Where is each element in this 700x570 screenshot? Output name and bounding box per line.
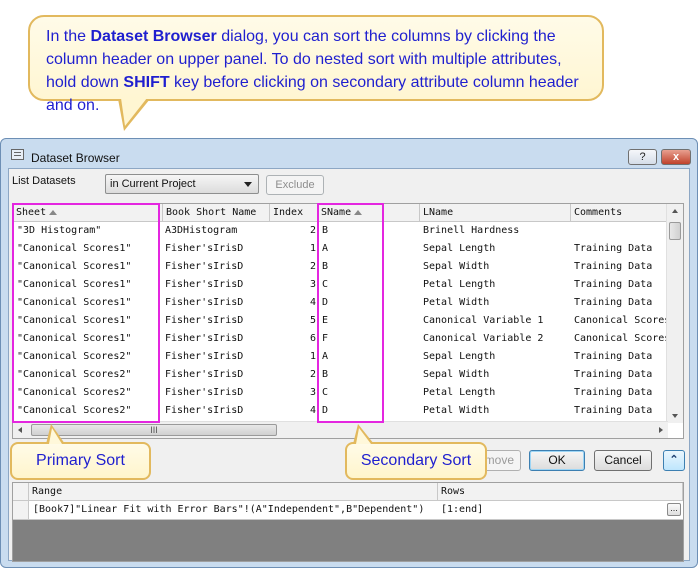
table-cell[interactable]: [574, 222, 668, 240]
table-cell[interactable]: Fisher'sIrisD: [165, 384, 268, 402]
ok-button[interactable]: OK: [529, 450, 585, 471]
table-cell[interactable]: 1: [272, 348, 316, 366]
primary-sort-callout: Primary Sort: [10, 442, 151, 480]
table-cell[interactable]: Canonical Variable 2: [423, 330, 569, 348]
callout-text-1: In the: [46, 28, 91, 45]
table-cell[interactable]: Canonical Variable 1: [423, 312, 569, 330]
exclude-button[interactable]: Exclude: [266, 175, 324, 195]
table-cell[interactable]: Sepal Width: [423, 258, 569, 276]
title-bar: Dataset Browser ? x: [1, 139, 697, 167]
table-cell[interactable]: 2: [272, 258, 316, 276]
table-cell[interactable]: A3DHistogram: [165, 222, 268, 240]
column-header-label: Index: [273, 207, 304, 218]
primary-sort-highlight: [12, 203, 160, 423]
table-cell[interactable]: Training Data: [574, 276, 668, 294]
table-cell[interactable]: Training Data: [574, 384, 668, 402]
table-cell[interactable]: 3: [272, 276, 316, 294]
table-cell[interactable]: Training Data: [574, 402, 668, 420]
table-cell[interactable]: Sepal Length: [423, 240, 569, 258]
table-cell[interactable]: Training Data: [574, 240, 668, 258]
table-cell[interactable]: Sepal Length: [423, 348, 569, 366]
table-cell[interactable]: Sepal Width: [423, 366, 569, 384]
column-header-range[interactable]: Range: [29, 483, 438, 501]
column-header-label: LName: [423, 207, 454, 218]
list-datasets-label: List Datasets: [12, 175, 76, 187]
table-cell[interactable]: Petal Length: [423, 276, 569, 294]
secondary-sort-highlight: [317, 203, 384, 423]
table-cell[interactable]: Training Data: [574, 366, 668, 384]
table-cell[interactable]: Fisher'sIrisD: [165, 312, 268, 330]
instruction-callout: In the Dataset Browser dialog, you can s…: [28, 15, 604, 114]
column-header-label: Comments: [574, 207, 623, 218]
close-button[interactable]: x: [661, 149, 691, 165]
table-cell[interactable]: 2: [272, 366, 316, 384]
window-icon: [11, 149, 24, 160]
browse-ellipsis-button[interactable]: ...: [667, 503, 681, 516]
table-cell[interactable]: 4: [272, 294, 316, 312]
vertical-scroll-thumb[interactable]: [669, 222, 681, 240]
scroll-up-icon[interactable]: [672, 209, 678, 213]
table-cell[interactable]: Fisher'sIrisD: [165, 330, 268, 348]
callout-bold-shift: SHIFT: [123, 74, 170, 91]
table-cell[interactable]: Fisher'sIrisD: [165, 276, 268, 294]
cancel-button[interactable]: Cancel: [594, 450, 652, 471]
list-scope-dropdown[interactable]: in Current Project: [105, 174, 259, 194]
window-title: Dataset Browser: [31, 151, 120, 165]
table-cell[interactable]: 1: [272, 240, 316, 258]
primary-sort-pointer-fill: [49, 428, 62, 444]
row-selector-header: [13, 483, 29, 501]
table-cell[interactable]: 4: [272, 402, 316, 420]
column-header-rows[interactable]: Rows: [438, 483, 683, 501]
scroll-down-icon[interactable]: [672, 414, 678, 418]
secondary-sort-callout: Secondary Sort: [345, 442, 487, 480]
table-cell[interactable]: Fisher'sIrisD: [165, 402, 268, 420]
table-cell[interactable]: Fisher'sIrisD: [165, 258, 268, 276]
horizontal-scroll-thumb[interactable]: III: [31, 424, 277, 436]
scroll-right-icon[interactable]: [659, 427, 663, 433]
table-cell[interactable]: Fisher'sIrisD: [165, 294, 268, 312]
range-value[interactable]: [Book7]"Linear Fit with Error Bars"!(A"I…: [33, 501, 433, 519]
table-cell[interactable]: Training Data: [574, 294, 668, 312]
table-cell[interactable]: 6: [272, 330, 316, 348]
collapse-panel-button[interactable]: ⌃: [663, 450, 685, 471]
column-header-label: Book Short Name: [166, 207, 257, 218]
table-cell[interactable]: Training Data: [574, 258, 668, 276]
column-header-index[interactable]: Index: [270, 204, 318, 222]
callout-pointer-fill: [121, 98, 147, 126]
column-header-comments[interactable]: Comments: [571, 204, 668, 222]
table-cell[interactable]: Fisher'sIrisD: [165, 348, 268, 366]
table-cell[interactable]: Brinell Hardness: [423, 222, 569, 240]
table-cell[interactable]: Canonical Scores: [574, 312, 668, 330]
table-cell[interactable]: Fisher'sIrisD: [165, 240, 268, 258]
column-header-lname[interactable]: LName: [420, 204, 571, 222]
table-cell[interactable]: Canonical Scores: [574, 330, 668, 348]
table-cell[interactable]: 5: [272, 312, 316, 330]
vertical-scrollbar[interactable]: [666, 204, 683, 423]
table-cell[interactable]: 3: [272, 384, 316, 402]
secondary-sort-pointer-fill: [356, 428, 371, 444]
table-cell[interactable]: Training Data: [574, 348, 668, 366]
column-header-book-short-name[interactable]: Book Short Name: [163, 204, 270, 222]
table-cell[interactable]: Petal Length: [423, 384, 569, 402]
rows-value[interactable]: [1:end]: [441, 501, 641, 519]
help-button[interactable]: ?: [628, 149, 657, 165]
table-cell[interactable]: 2: [272, 222, 316, 240]
table-cell[interactable]: Petal Width: [423, 402, 569, 420]
callout-bold-dataset-browser: Dataset Browser: [90, 28, 217, 45]
list-scope-value: in Current Project: [110, 178, 196, 190]
range-grid: Range Rows [Book7]"Linear Fit with Error…: [12, 482, 684, 562]
table-cell[interactable]: Fisher'sIrisD: [165, 366, 268, 384]
row-selector[interactable]: [13, 501, 29, 519]
horizontal-scrollbar[interactable]: III: [13, 421, 668, 438]
scroll-left-icon[interactable]: [18, 427, 22, 433]
table-cell[interactable]: Petal Width: [423, 294, 569, 312]
chevron-down-icon: [244, 182, 252, 187]
range-row[interactable]: [Book7]"Linear Fit with Error Bars"!(A"I…: [13, 501, 683, 520]
